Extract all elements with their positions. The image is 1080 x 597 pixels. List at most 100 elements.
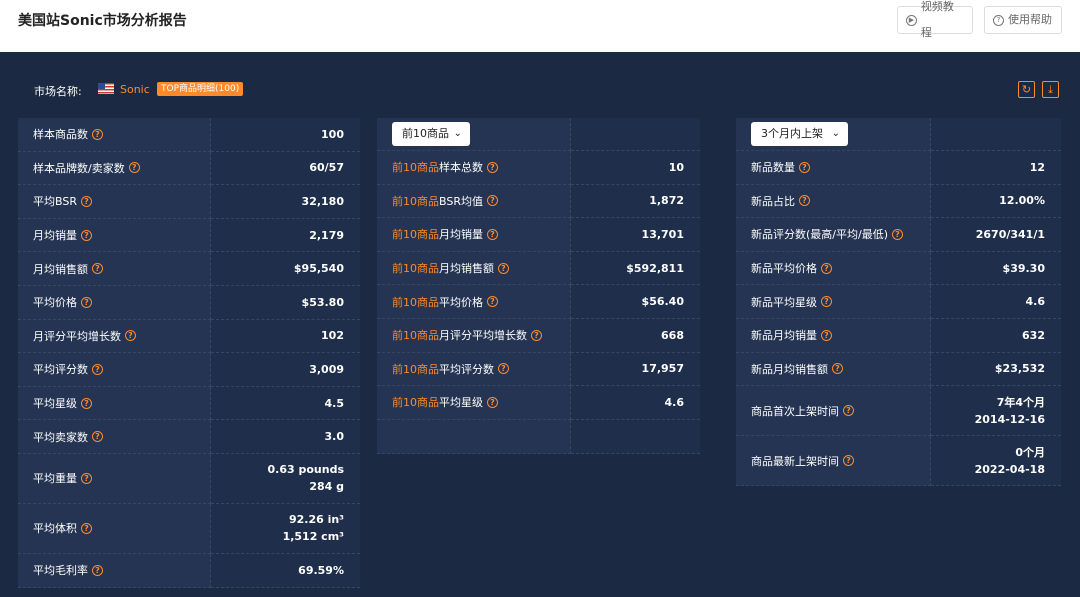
market-name-link[interactable]: Sonic	[120, 83, 150, 96]
help-icon[interactable]: ?	[92, 564, 103, 576]
overall-stats-table: 样本商品数? 100 样本品牌数/卖家数? 60/57 平均BSR? 32,180 月均销量…	[18, 118, 360, 588]
help-icon[interactable]: ?	[92, 263, 103, 275]
value-text: $23,532	[994, 362, 1045, 376]
help-icon[interactable]: ?	[125, 330, 136, 342]
row-value: 69.59%	[211, 553, 360, 588]
top-products-badge[interactable]: TOP商品明细(100)	[157, 82, 244, 96]
value-text: 60/57	[309, 161, 344, 175]
help-icon[interactable]: ?	[821, 329, 832, 341]
help-icon[interactable]: ?	[832, 363, 843, 375]
row-label: 前10商品 样本总数?	[377, 151, 571, 185]
empty-cell	[571, 419, 700, 454]
video-tutorial-label: 视频教程	[920, 0, 954, 39]
new-period-select-value: 3个月内上架	[761, 127, 823, 140]
row-label: 月评分平均增长数?	[18, 319, 211, 354]
help-icon[interactable]: ?	[821, 296, 832, 308]
table-row: 前10商品 平均价格? $56.40	[377, 285, 700, 319]
label-prefix: 前10商品	[392, 329, 439, 343]
help-icon[interactable]: ?	[128, 162, 140, 174]
help-icon[interactable]: ?	[487, 296, 498, 308]
table-row: 平均卖家数? 3.0	[18, 420, 360, 454]
help-icon[interactable]: ?	[498, 363, 509, 375]
row-label: 前10商品 月评分平均增长数?	[377, 318, 571, 353]
empty-cell	[931, 118, 1061, 151]
row-value: 7年4个月 2014-12-16	[931, 386, 1061, 437]
help-icon[interactable]: ?	[81, 472, 92, 484]
refresh-icon[interactable]: ↻	[1018, 81, 1035, 98]
help-icon[interactable]: ?	[80, 195, 92, 207]
value-text: 632	[1022, 328, 1045, 342]
help-icon[interactable]: ?	[799, 195, 810, 207]
help-icon[interactable]: ?	[92, 363, 103, 375]
label-prefix: 前10商品	[392, 228, 439, 242]
table-row: 前10商品 月均销量? 13,701	[377, 218, 700, 252]
row-value: 12.00%	[931, 184, 1061, 219]
help-icon[interactable]: ?	[892, 228, 903, 240]
help-icon[interactable]: ?	[92, 128, 103, 140]
table-row: 新品月均销售额? $23,532	[736, 352, 1061, 387]
new-products-stats-table: 3个月内上架 ⌄ 新品数量? 12 新品占比? 12.00% 新品评分数(最高/平均/最…	[736, 118, 1061, 487]
table-row: 样本品牌数/卖家数? 60/57	[18, 151, 360, 186]
row-label: 样本商品数?	[18, 118, 211, 152]
table-row: 新品平均星级? 4.6	[736, 285, 1061, 319]
download-icon[interactable]: ⤓	[1042, 81, 1059, 98]
row-value: 102	[211, 319, 360, 354]
value-text: 2670/341/1	[975, 227, 1045, 241]
help-icon[interactable]: ?	[81, 522, 92, 534]
table-row: 前10商品 样本总数? 10	[377, 151, 700, 185]
video-tutorial-button[interactable]: ▶ 视频教程	[897, 0, 973, 39]
value-text: 3.0	[324, 430, 345, 444]
help-icon[interactable]: ?	[487, 396, 498, 408]
row-value: 3,009	[211, 353, 360, 387]
help-icon[interactable]: ?	[487, 161, 498, 173]
row-label: 月均销售额?	[18, 252, 211, 286]
row-value: 17,957	[571, 352, 700, 387]
row-label: 新品占比?	[736, 184, 931, 219]
row-value: $592,811	[571, 251, 700, 286]
table-row: 新品占比? 12.00%	[736, 184, 1061, 219]
table-row: 月均销量? 2,179	[18, 218, 360, 253]
label-suffix: 月均销量	[439, 228, 483, 242]
row-label: 平均价格?	[18, 285, 211, 320]
value-primary: 0个月	[1015, 445, 1045, 459]
help-icon[interactable]: ?	[843, 405, 854, 417]
new-select-cell: 3个月内上架 ⌄	[736, 118, 931, 151]
label-prefix: 前10商品	[392, 295, 439, 309]
row-label: 商品首次上架时间?	[736, 386, 931, 437]
row-value: 13,701	[571, 218, 700, 252]
row-value: 60/57	[211, 151, 360, 186]
help-icon[interactable]: ?	[843, 455, 854, 467]
help-button[interactable]: ? 使用帮助	[984, 6, 1062, 34]
top-select-cell: 前10商品 ⌄	[377, 118, 571, 151]
row-label: 前10商品 月均销售额?	[377, 251, 571, 286]
row-label: 新品月均销售额?	[736, 352, 931, 387]
row-value: 12	[931, 151, 1061, 185]
help-icon[interactable]: ?	[799, 161, 810, 173]
help-icon[interactable]: ?	[498, 262, 509, 274]
value-text: 668	[661, 328, 684, 342]
new-period-select[interactable]: 3个月内上架 ⌄	[751, 122, 848, 146]
row-label: 前10商品 BSR均值?	[377, 184, 571, 219]
top-n-select[interactable]: 前10商品 ⌄	[392, 122, 470, 146]
table-row: 月评分平均增长数? 102	[18, 319, 360, 354]
table-row: 新品数量? 12	[736, 151, 1061, 185]
row-value: $95,540	[211, 252, 360, 286]
help-icon[interactable]: ?	[486, 195, 498, 207]
help-icon[interactable]: ?	[821, 262, 832, 274]
page-title: 美国站Sonic市场分析报告	[18, 13, 187, 29]
row-value: $23,532	[931, 352, 1061, 387]
row-label: 前10商品 平均星级?	[377, 386, 571, 420]
value-text: 4.6	[664, 395, 685, 409]
label-prefix: 前10商品	[392, 161, 439, 175]
table-row: 新品评分数(最高/平均/最低)? 2670/341/1	[736, 218, 1061, 252]
label-text: 平均评分数	[33, 363, 88, 377]
row-label: 商品最新上架时间?	[736, 436, 931, 487]
help-icon[interactable]: ?	[81, 229, 92, 241]
label-suffix: 样本总数	[439, 161, 483, 175]
help-icon[interactable]: ?	[81, 397, 92, 409]
label-text: 月评分平均增长数	[33, 329, 121, 343]
help-icon[interactable]: ?	[92, 431, 103, 443]
help-icon[interactable]: ?	[531, 329, 542, 341]
help-icon[interactable]: ?	[81, 296, 92, 308]
help-icon[interactable]: ?	[487, 228, 498, 240]
